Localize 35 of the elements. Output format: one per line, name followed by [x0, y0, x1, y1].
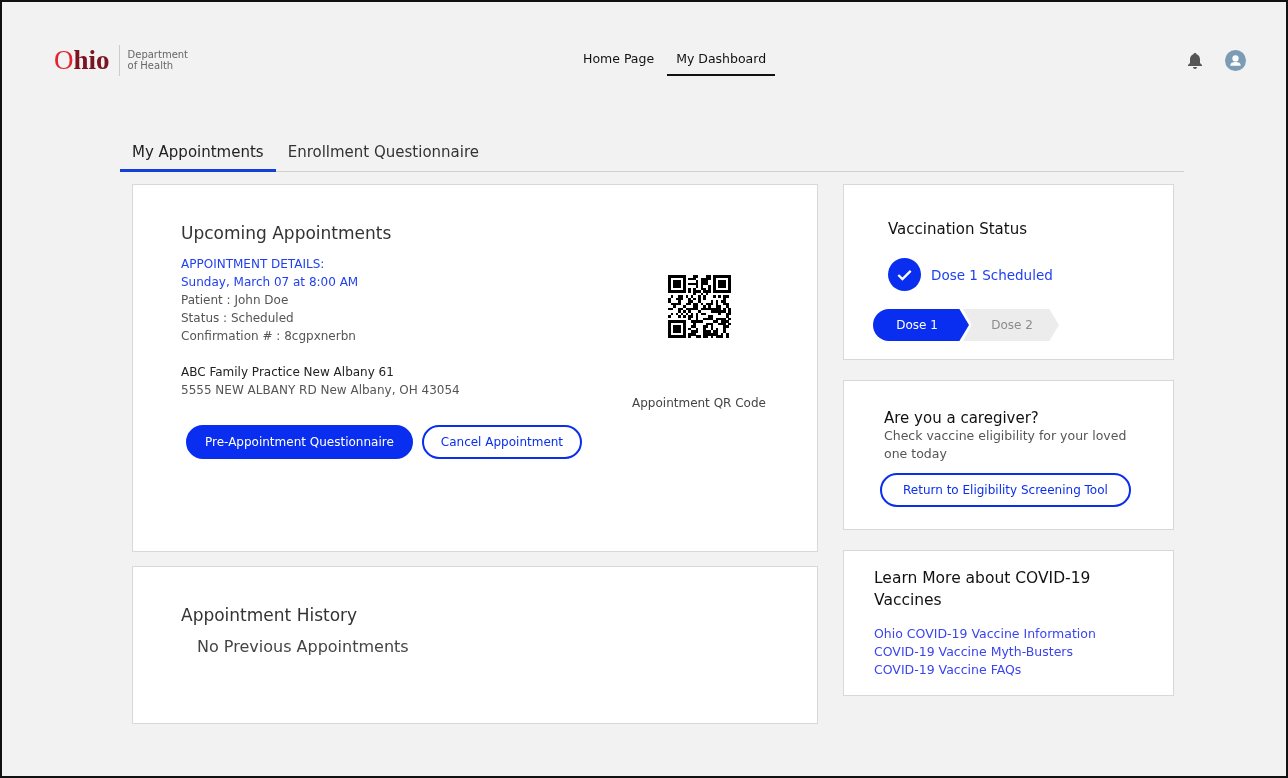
tab[interactable]: My Appointments: [120, 135, 276, 172]
nav-link[interactable]: Home Page: [574, 44, 664, 76]
qr-code: [667, 275, 731, 338]
bell-icon[interactable]: [1187, 51, 1203, 69]
card-title: Appointment History: [181, 605, 359, 625]
appointment-detail: Patient : John Doe: [181, 292, 290, 309]
nav-link[interactable]: My Dashboard: [667, 44, 776, 76]
logo-subtitle: of Health: [127, 60, 174, 71]
resource-link[interactable]: COVID-19 Vaccine Myth-Busters: [874, 643, 1143, 661]
card-title: Vaccination Status: [888, 220, 1028, 238]
empty-message: No Previous Appointments: [197, 637, 410, 656]
check-circle-icon: [888, 258, 921, 291]
card-title: Upcoming Appointments: [181, 223, 393, 243]
logo-wordmark: Ohio: [54, 44, 120, 76]
qr-caption: Appointment QR Code: [632, 396, 766, 410]
dose-step: Dose 2: [963, 309, 1059, 341]
appointment-datetime: Sunday, March 07 at 8:00 AM: [181, 274, 360, 291]
logo-subtitle: Department: [127, 49, 189, 60]
tab[interactable]: Enrollment Questionnaire: [275, 135, 492, 172]
eligibility-button[interactable]: Return to Eligibility Screening Tool: [880, 473, 1131, 507]
questionnaire-button[interactable]: Pre-Appointment Questionnaire: [186, 425, 413, 459]
location-name: ABC Family Practice New Albany 61: [181, 364, 395, 381]
card-title: Learn More about COVID-19 Vaccines: [874, 568, 1092, 611]
dose-step: Dose 1: [873, 309, 969, 341]
resource-link[interactable]: Ohio COVID-19 Vaccine Information: [874, 625, 1143, 643]
location-address: 5555 NEW ALBANY RD New Albany, OH 43054: [181, 382, 461, 399]
user-avatar-icon[interactable]: [1225, 49, 1246, 71]
status-text: Dose 1 Scheduled: [931, 266, 1053, 283]
caregiver-text: Check vaccine eligibility for your loved one today: [884, 427, 1128, 463]
resource-link[interactable]: COVID-19 Vaccine FAQs: [874, 661, 1143, 679]
appointment-detail: Status : Scheduled: [181, 310, 295, 327]
appointment-detail: Confirmation # : 8cgpxnerbn: [181, 328, 357, 345]
details-heading: APPOINTMENT DETAILS:: [181, 256, 326, 273]
cancel-button[interactable]: Cancel Appointment: [421, 425, 583, 459]
card-title: Are you a caregiver?: [884, 409, 1040, 427]
